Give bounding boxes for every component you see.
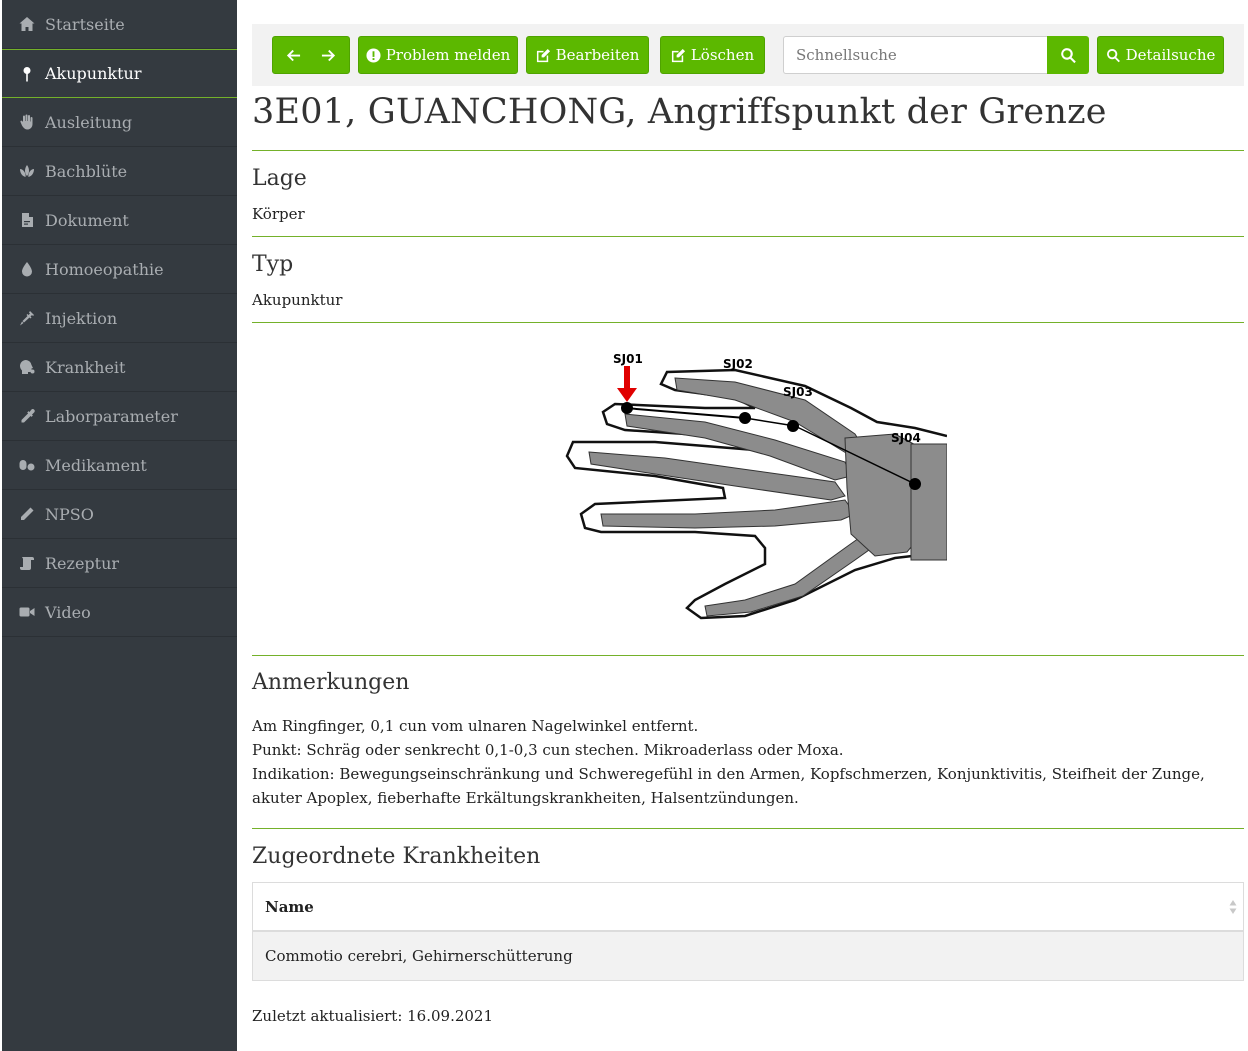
sidebar-item-dokument[interactable]: Dokument [2, 196, 237, 245]
divider [252, 828, 1244, 829]
sidebar-item-label: Dokument [45, 210, 129, 230]
history-nav-button[interactable] [272, 36, 350, 74]
video-icon [18, 603, 36, 621]
last-updated: Zuletzt aktualisiert: 16.09.2021 [252, 1007, 494, 1025]
lotus-icon [18, 162, 36, 180]
table-header-label: Name [265, 897, 314, 916]
sidebar-item-injektion[interactable]: Injektion [2, 294, 237, 343]
type-heading: Typ [252, 252, 294, 277]
sidebar: Startseite Akupunktur Ausleitung Bachblü… [2, 0, 237, 1051]
sidebar-item-label: NPSO [45, 504, 94, 524]
location-heading: Lage [252, 166, 307, 191]
page-title: 3E01, GUANCHONG, Angriffspunkt der Grenz… [252, 92, 1107, 132]
arrow-left-icon[interactable] [286, 48, 301, 63]
arrow-right-icon[interactable] [321, 48, 336, 63]
sort-icon[interactable] [1229, 899, 1237, 915]
pdf-file-icon [18, 211, 36, 229]
sidebar-item-krankheit[interactable]: Krankheit [2, 343, 237, 392]
sidebar-item-rezeptur[interactable]: Rezeptur [2, 539, 237, 588]
sidebar-item-video[interactable]: Video [2, 588, 237, 637]
sidebar-item-startseite[interactable]: Startseite [2, 0, 237, 49]
sidebar-item-homoeopathie[interactable]: Homoeopathie [2, 245, 237, 294]
scroll-icon [18, 554, 36, 572]
notes-line: Indikation: Bewegungseinschränkung und S… [252, 765, 1205, 807]
sidebar-item-label: Injektion [45, 308, 118, 328]
sidebar-item-label: Video [45, 602, 91, 622]
eyedropper-icon [18, 407, 36, 425]
table-row[interactable]: Commotio cerebri, Gehirnerschütterung [253, 932, 1243, 980]
search-icon [1106, 48, 1120, 62]
sidebar-item-label: Ausleitung [45, 112, 133, 132]
related-diseases-table: Name Commotio cerebri, Gehirnerschütteru… [252, 882, 1244, 981]
detail-search-label: Detailsuche [1125, 46, 1216, 64]
quick-search-button[interactable] [1047, 36, 1089, 74]
delete-button[interactable]: Löschen [660, 36, 765, 74]
sidebar-item-label: Rezeptur [45, 553, 120, 573]
divider [252, 150, 1244, 151]
pin-icon [18, 65, 36, 83]
report-problem-button[interactable]: Problem melden [358, 36, 518, 74]
head-virus-icon [18, 358, 36, 376]
sidebar-item-label: Laborparameter [45, 406, 178, 426]
sidebar-item-label: Akupunktur [45, 64, 142, 83]
sidebar-item-bachbluete[interactable]: Bachblüte [2, 147, 237, 196]
sidebar-item-label: Medikament [45, 455, 147, 475]
table-cell-name[interactable]: Commotio cerebri, Gehirnerschütterung [265, 947, 573, 965]
pencil-icon [18, 505, 36, 523]
divider [252, 655, 1244, 656]
point-label-sj01: SJ01 [613, 352, 643, 366]
drop-icon [18, 260, 36, 278]
edit-icon [671, 48, 685, 62]
toolbar: Problem melden Bearbeiten Löschen Detail… [252, 24, 1244, 86]
divider [252, 322, 1244, 323]
notes-line: Am Ringfinger, 0,1 cun vom ulnaren Nagel… [252, 717, 699, 735]
syringe-icon [18, 309, 36, 327]
point-label-sj03: SJ03 [783, 385, 813, 399]
edit-label: Bearbeiten [555, 46, 640, 64]
notes-line: Punkt: Schräg oder senkrecht 0,1-0,3 cun… [252, 741, 844, 759]
hand-icon [18, 113, 36, 131]
sidebar-item-ausleitung[interactable]: Ausleitung [2, 98, 237, 147]
pills-icon [18, 456, 36, 474]
point-label-sj04: SJ04 [891, 431, 921, 445]
related-diseases-heading: Zugeordnete Krankheiten [252, 844, 541, 869]
notes-text: Am Ringfinger, 0,1 cun vom ulnaren Nagel… [252, 714, 1244, 810]
location-value: Körper [252, 205, 305, 223]
report-problem-label: Problem melden [385, 46, 511, 64]
point-label-sj02: SJ02 [723, 357, 753, 371]
type-value: Akupunktur [252, 291, 343, 309]
sidebar-item-npso[interactable]: NPSO [2, 490, 237, 539]
quick-search-input[interactable] [783, 36, 1048, 74]
exclamation-circle-icon [366, 47, 381, 63]
sidebar-item-akupunktur[interactable]: Akupunktur [2, 49, 237, 98]
sidebar-item-label: Homoeopathie [45, 259, 164, 279]
sidebar-item-laborparameter[interactable]: Laborparameter [2, 392, 237, 441]
acupoint-hand-image: SJ01 SJ02 SJ03 SJ04 [555, 338, 947, 642]
sidebar-item-label: Startseite [45, 14, 125, 34]
edit-icon [536, 48, 550, 62]
notes-heading: Anmerkungen [252, 670, 410, 695]
sidebar-item-label: Bachblüte [45, 161, 128, 181]
home-icon [18, 15, 36, 33]
search-icon [1060, 47, 1076, 63]
detail-search-button[interactable]: Detailsuche [1097, 36, 1224, 74]
sidebar-item-label: Krankheit [45, 357, 126, 377]
divider [252, 236, 1244, 237]
table-header-name[interactable]: Name [253, 883, 1243, 932]
delete-label: Löschen [690, 46, 755, 64]
edit-button[interactable]: Bearbeiten [526, 36, 649, 74]
sidebar-item-medikament[interactable]: Medikament [2, 441, 237, 490]
